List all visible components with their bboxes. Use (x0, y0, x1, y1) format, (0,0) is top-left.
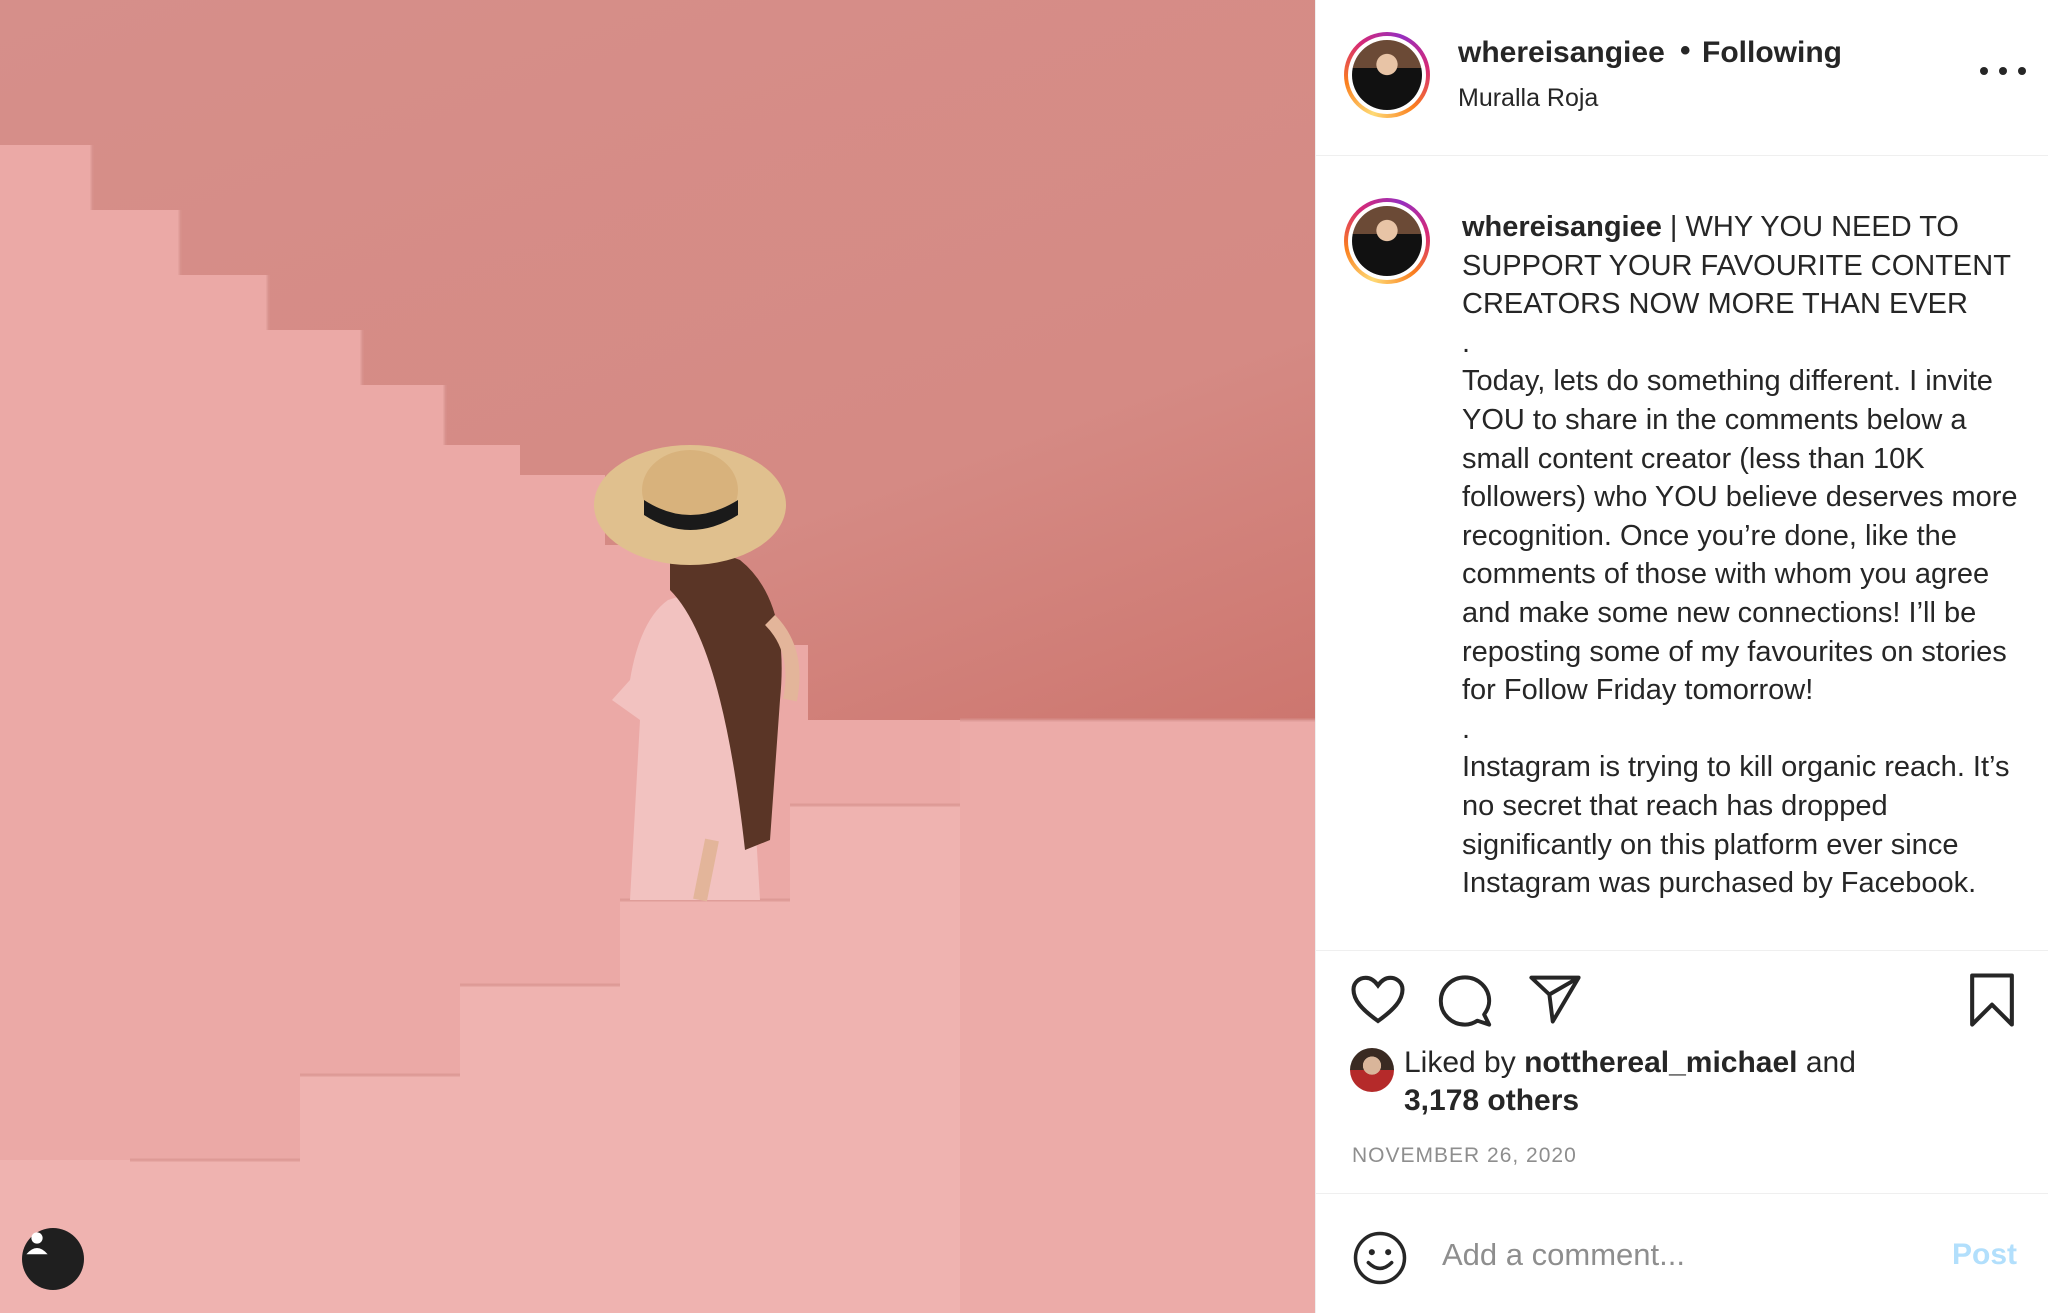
liker-avatar[interactable] (1350, 1048, 1394, 1092)
following-button[interactable]: Following (1702, 36, 1842, 70)
location-link[interactable]: Muralla Roja (1458, 84, 1598, 113)
author-avatar[interactable] (1344, 32, 1430, 118)
tagged-users-button[interactable] (22, 1228, 84, 1290)
caption-dot: . (1462, 712, 1471, 745)
post-header: whereisangiee • Following Muralla Roja (1316, 0, 2048, 156)
comment-icon[interactable] (1438, 974, 1492, 1028)
others-likes-link[interactable]: 3,178 others (1404, 1084, 1579, 1118)
comment-input[interactable] (1440, 1224, 1924, 1286)
caption-text: whereisangiee | WHY YOU NEED TO SUPPORT … (1462, 208, 2032, 903)
post-comment-button[interactable]: Post (1952, 1238, 2017, 1272)
staircase-photo-illustration (0, 145, 1315, 1313)
action-bar (1316, 950, 2048, 1040)
caption-author-avatar[interactable] (1344, 198, 1430, 284)
paper-plane-icon[interactable] (1528, 974, 1582, 1024)
post-date[interactable]: NOVEMBER 26, 2020 (1352, 1144, 1577, 1168)
liked-by-prefix: Liked by (1404, 1046, 1525, 1079)
caption-paragraph: Today, lets do something different. I in… (1462, 365, 2018, 707)
post-photo[interactable] (0, 0, 1315, 1313)
caption-paragraph: Instagram is trying to kill organic reac… (1462, 751, 2010, 900)
bookmark-icon[interactable] (1968, 972, 2016, 1028)
caption-dot: . (1462, 326, 1471, 359)
more-dots-icon[interactable] (1980, 58, 2026, 84)
separator-dot: • (1680, 34, 1691, 67)
comment-bar: Post (1316, 1193, 2048, 1314)
liker-username[interactable]: notthereal_michael (1524, 1046, 1797, 1079)
liked-by-line: Liked by notthereal_michael and (1404, 1046, 1856, 1080)
heart-icon[interactable] (1350, 974, 1406, 1026)
liked-by-conj: and (1797, 1046, 1856, 1079)
caption-username[interactable]: whereisangiee (1462, 211, 1662, 243)
smiley-icon[interactable] (1352, 1230, 1408, 1286)
user-icon (26, 1232, 48, 1255)
caption-area[interactable]: whereisangiee | WHY YOU NEED TO SUPPORT … (1316, 156, 2048, 951)
post-side-panel: whereisangiee • Following Muralla Roja w… (1315, 0, 2048, 1313)
author-username[interactable]: whereisangiee (1458, 36, 1665, 70)
